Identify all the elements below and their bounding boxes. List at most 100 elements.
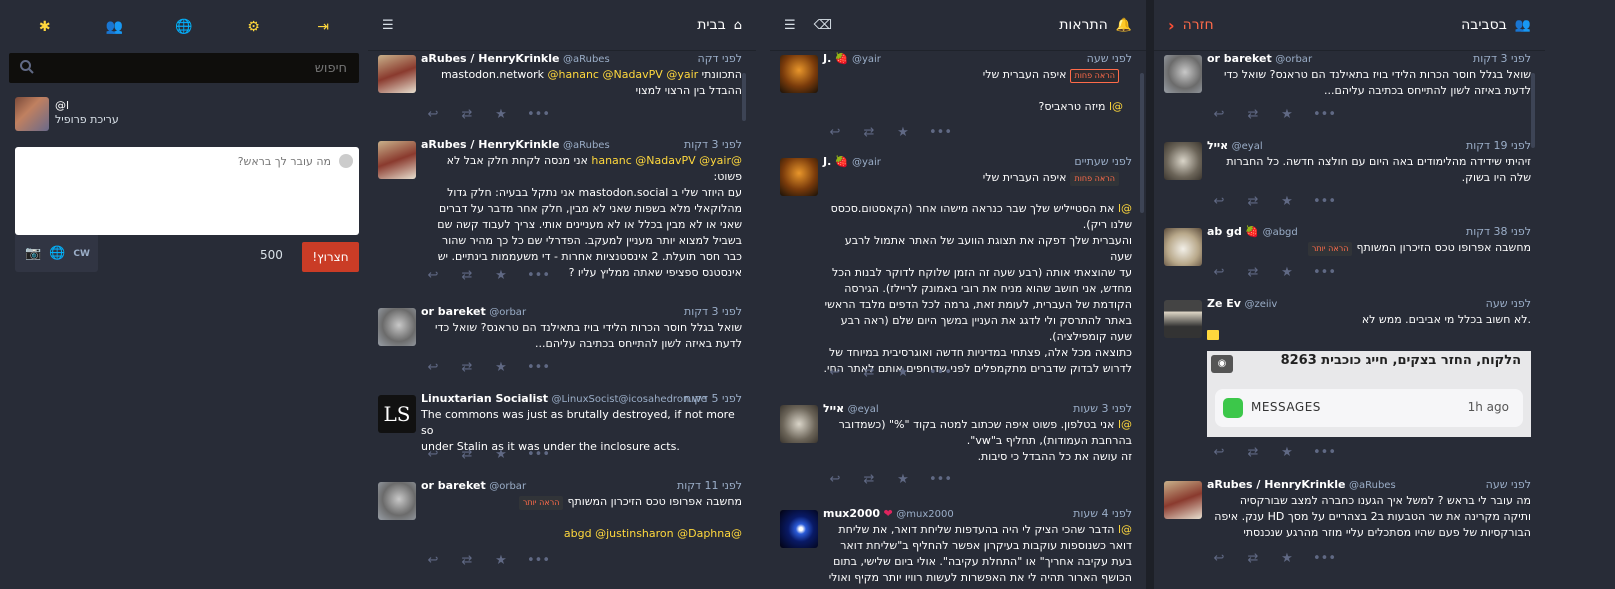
status-author[interactable]: mux2000 ❤ @mux2000 [823,507,954,520]
avatar[interactable] [1164,228,1202,266]
status-author[interactable]: J. 🍓 @yair [823,52,881,65]
status-author[interactable]: or bareket @orbar [421,305,526,318]
reply-icon[interactable]: ↩ [425,447,441,462]
media-attachment[interactable]: ◉ הלקוח, החזר בצקים, חייג כוכבית 8263 ME… [1207,351,1531,437]
more-icon[interactable]: ••• [1313,265,1336,280]
more-icon[interactable]: ••• [527,447,550,462]
boost-icon[interactable]: ⇄ [1245,194,1261,209]
favourite-icon[interactable]: ★ [1279,107,1295,122]
privacy-globe-icon[interactable]: 🌐 [49,246,65,261]
more-icon[interactable]: ••• [1313,445,1336,460]
mention[interactable]: @l [1109,100,1123,113]
show-less-button[interactable]: הראה פחות [1070,172,1119,186]
status[interactable]: aRubes / HenryKrinkle @aRubes לפני דקה ה… [368,52,756,130]
status-author[interactable]: Ze Ev @zeiiv [1207,297,1277,310]
more-icon[interactable]: ••• [929,125,952,140]
mention[interactable]: @l [1118,523,1132,536]
status-time[interactable]: לפני שעה [1087,52,1132,65]
favourite-icon[interactable]: ★ [1279,445,1295,460]
status-author[interactable]: aRubes / HenryKrinkle @aRubes [1207,478,1396,491]
favourite-icon[interactable]: ★ [1279,551,1295,566]
boost-icon[interactable]: ⇄ [459,107,475,122]
boost-icon[interactable]: ⇄ [1245,445,1261,460]
reply-icon[interactable]: ↩ [827,125,843,140]
boost-icon[interactable]: ⇄ [459,447,475,462]
avatar[interactable] [780,510,818,548]
search-icon[interactable] [19,59,35,75]
eye-icon[interactable]: ◉ [1211,355,1233,373]
status-author[interactable]: aRubes / HenryKrinkle @aRubes [421,138,610,151]
status-time[interactable]: לפני שעתיים [1074,155,1132,168]
show-more-button[interactable]: הראה יותר [1307,242,1353,256]
toot-button[interactable]: !חצרוץ [302,242,359,272]
emoji-picker-icon[interactable] [339,154,353,168]
more-icon[interactable]: ••• [1313,194,1336,209]
favourite-icon[interactable]: ★ [493,447,509,462]
favourite-icon[interactable]: ★ [493,268,509,283]
reply-icon[interactable]: ↩ [425,553,441,568]
more-icon[interactable]: ••• [929,472,952,487]
boost-icon[interactable]: ⇄ [459,553,475,568]
status-time[interactable]: לפני 4 שעות [1073,507,1132,520]
back-button[interactable]: חזרה ‹ [1168,16,1214,35]
status[interactable]: or bareket @orbar לפני 11 דקות מחשבה אפר… [368,479,756,579]
status-time[interactable]: לפני 3 דקות [1473,52,1531,65]
status[interactable]: Ze Ev @zeiiv לפני שעה .לא חשוב בכלל מי א… [1154,297,1545,469]
compose-textarea[interactable] [15,147,359,235]
status-time[interactable]: לפני 5 דקות [684,392,742,405]
mention[interactable]: @hananc @NadavPV @yair [591,154,742,167]
show-less-button[interactable]: הראה פחות [1070,69,1119,83]
status-time[interactable]: לפני 19 דקות [1466,139,1531,152]
avatar[interactable] [378,482,416,520]
show-more-button[interactable]: הראה יותר [518,496,564,510]
getting-started-icon[interactable]: ✱ [30,19,60,35]
favourite-icon[interactable]: ★ [493,553,509,568]
more-icon[interactable]: ••• [1313,551,1336,566]
avatar[interactable] [1164,55,1202,93]
status-time[interactable]: לפני 38 דקות [1466,225,1531,238]
status-author[interactable]: or bareket @orbar [421,479,526,492]
boost-icon[interactable]: ⇄ [1245,551,1261,566]
status-author[interactable]: אייל @eyal [1207,139,1263,152]
sliders-icon[interactable]: ☰ [382,18,394,33]
status-time[interactable]: לפני 3 דקות [684,305,742,318]
profile-handle[interactable]: @l [55,99,119,113]
status-time[interactable]: לפני שעה [1486,478,1531,491]
reply-icon[interactable]: ↩ [1211,265,1227,280]
boost-icon[interactable]: ⇄ [861,365,877,380]
gear-icon[interactable]: ⚙ [239,19,269,35]
mention[interactable]: @abgd @justinsharon @Daphna [564,527,742,540]
status[interactable]: or bareket @orbar לפני 3 דקות שואל בגלל … [1154,52,1545,132]
avatar[interactable] [780,405,818,443]
more-icon[interactable]: ••• [527,268,550,283]
reply-icon[interactable]: ↩ [1211,445,1227,460]
mention[interactable]: @hananc @NadavPV @yair [548,68,699,81]
reply-icon[interactable]: ↩ [425,268,441,283]
reply-icon[interactable]: ↩ [1211,194,1227,209]
status[interactable]: LS Linuxtarian Socialist @LinuxSocist@ic… [368,392,756,472]
reply-icon[interactable]: ↩ [827,365,843,380]
reply-icon[interactable]: ↩ [827,472,843,487]
logout-icon[interactable]: ⇥ [308,19,338,35]
status-author[interactable]: or bareket @orbar [1207,52,1312,65]
more-icon[interactable]: ••• [527,553,550,568]
globe-icon[interactable]: 🌐 [169,19,199,35]
favourite-icon[interactable]: ★ [493,360,509,375]
avatar[interactable] [378,55,416,93]
status-author[interactable]: אייל @eyal [823,402,879,415]
status-author[interactable]: Linuxtarian Socialist @LinuxSocist@icosa… [421,392,707,405]
mention[interactable]: @l [1118,202,1132,215]
boost-icon[interactable]: ⇄ [459,268,475,283]
favourite-icon[interactable]: ★ [493,107,509,122]
column-title[interactable]: 👥 בסביבה [1461,17,1531,33]
avatar[interactable] [378,141,416,179]
status-time[interactable]: לפני 3 דקות [684,138,742,151]
avatar[interactable] [15,97,49,131]
avatar[interactable]: LS [378,395,416,433]
boost-icon[interactable]: ⇄ [861,472,877,487]
status[interactable]: ab gd 🍓 @abgd לפני 38 דקות מחשבה אפרופו … [1154,225,1545,285]
reply-icon[interactable]: ↩ [425,360,441,375]
reply-icon[interactable]: ↩ [1211,107,1227,122]
favourite-icon[interactable]: ★ [1279,194,1295,209]
notification[interactable]: J. 🍓 @yair לפני שעתיים הראה פחותאיפה העב… [770,155,1146,393]
